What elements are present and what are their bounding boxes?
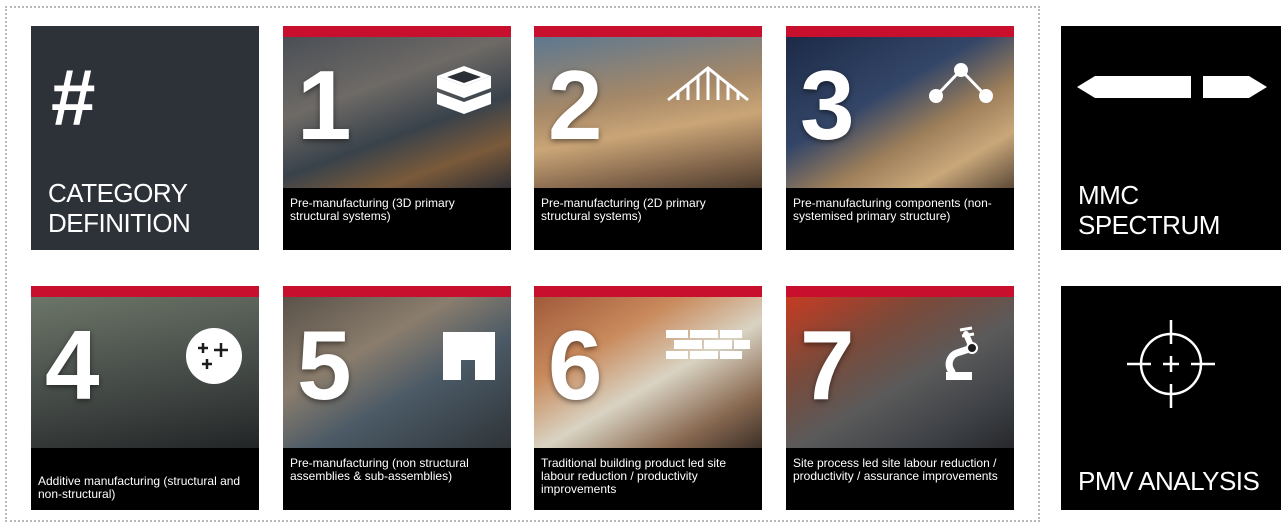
accent-bar [283,286,511,297]
category-description: Traditional building product led site la… [541,456,726,496]
accent-bar [786,26,1014,37]
panel-notch-icon [443,332,495,385]
category-number: 5 [297,310,351,420]
category-description: Pre-manufacturing (3D primary structural… [290,196,455,223]
category-tile-4: 4 Additive manufacturing (structural and… [31,286,259,510]
category-description: Pre-manufacturing (2D primary structural… [541,196,706,223]
category-number: 2 [548,50,602,160]
category-number: 1 [297,50,351,160]
sparkle-circle-icon [184,326,244,391]
category-number: 6 [548,310,602,420]
accent-bar [534,26,762,37]
robot-arm-icon [936,324,988,389]
category-number: 4 [45,310,99,420]
pmv-analysis-label: PMV ANALYSIS [1078,466,1260,496]
accent-bar [283,26,511,37]
category-tile-6: 6 Traditional building product led site … [534,286,762,510]
stacked-box-icon [433,62,495,125]
category-description: Pre-manufacturing (non structural assemb… [290,456,469,483]
roof-truss-icon [666,66,750,107]
accent-bar [786,286,1014,297]
category-description: Additive manufacturing (structural and n… [38,474,241,501]
brick-wall-icon [666,330,750,365]
crosshair-icon [1123,316,1219,417]
hash-symbol: # [51,53,96,142]
category-tile-1: 1 Pre-manufacturing (3D primary structur… [283,26,511,250]
category-definition-tile: # CATEGORY DEFINITION [31,26,259,250]
category-tile-5: 5 Pre-manufacturing (non structural asse… [283,286,511,510]
accent-bar [31,286,259,297]
category-tile-7: 7 Site process led site labour reduction… [786,286,1014,510]
category-tile-3: 3 Pre-manufacturing components (non-syst… [786,26,1014,250]
category-number: 7 [800,310,854,420]
pmv-analysis-tile: PMV ANALYSIS [1061,286,1281,510]
category-description: Site process led site labour reduction /… [793,456,998,483]
double-arrow-icon [1077,74,1267,105]
category-definition-label: CATEGORY DEFINITION [48,178,191,238]
mmc-spectrum-label: MMC SPECTRUM [1078,180,1220,240]
accent-bar [534,286,762,297]
mmc-spectrum-tile: MMC SPECTRUM [1061,26,1281,250]
node-connection-icon [926,62,996,111]
category-description: Pre-manufacturing components (non-system… [793,196,992,223]
category-number: 3 [800,50,854,160]
category-tile-2: 2 Pre-manufacturing (2D primary structur… [534,26,762,250]
